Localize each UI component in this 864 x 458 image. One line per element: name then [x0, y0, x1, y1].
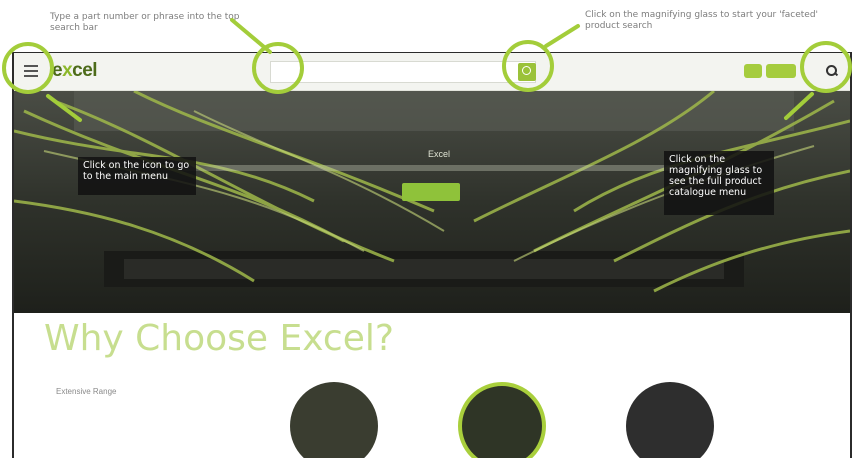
highlight-ring-catalogue	[800, 41, 852, 93]
highlight-ring-menu	[2, 42, 54, 94]
highlight-ring-faceted	[502, 40, 554, 92]
callout-lines	[46, 18, 814, 122]
highlight-ring-search	[252, 42, 304, 94]
